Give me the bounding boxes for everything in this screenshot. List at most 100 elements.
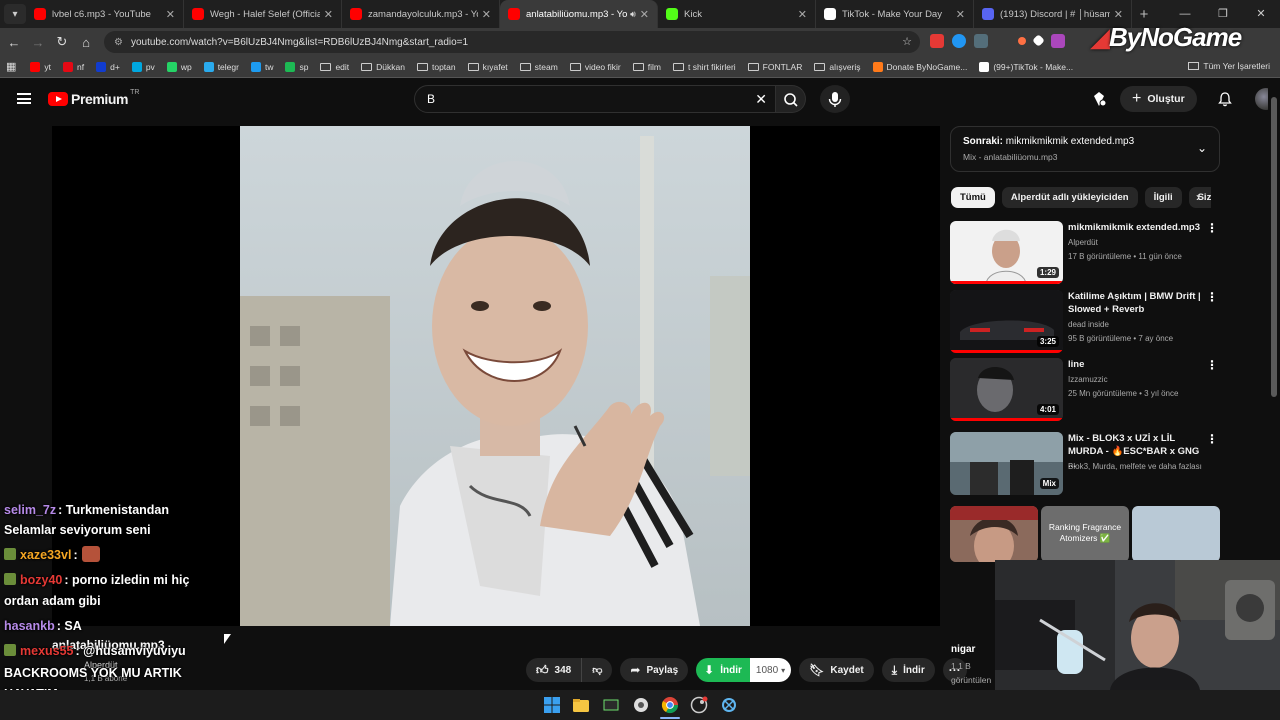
bookmark-item[interactable]: tw xyxy=(250,61,273,72)
bookmark-item[interactable]: FONTLAR xyxy=(747,62,802,72)
clear-search-icon[interactable]: ✕ xyxy=(755,91,767,108)
bookmark-item[interactable]: Dükkan xyxy=(361,62,405,72)
close-tab-icon[interactable]: ✕ xyxy=(956,8,965,21)
like-button[interactable]: 👍︎ 348 xyxy=(526,658,583,682)
search-input[interactable]: B ✕ xyxy=(414,85,776,113)
audio-playing-icon[interactable]: 🔊︎ xyxy=(630,9,636,20)
video-thumbnail[interactable]: 4:01 xyxy=(950,358,1063,421)
recommended-video[interactable]: 3:25 Katilime Aşıktım | BMW Drift | Slowe… xyxy=(950,290,1220,354)
extension-icon[interactable] xyxy=(1018,37,1026,45)
file-explorer-icon[interactable] xyxy=(572,696,590,714)
recommended-video[interactable]: 4:01 line Izzamuzzic 25 Mn görüntüleme • 3 … xyxy=(950,358,1220,422)
close-tab-icon[interactable]: ✕ xyxy=(166,8,175,21)
recommended-title[interactable]: nigar xyxy=(951,644,975,655)
chevron-down-icon[interactable]: ⌄ xyxy=(1197,141,1207,155)
browser-tab[interactable]: TikTok - Make Your Day ✕ xyxy=(816,0,974,28)
create-button[interactable]: + Oluştur xyxy=(1120,86,1197,112)
bookmark-item[interactable]: yt xyxy=(30,61,51,72)
close-tab-icon[interactable]: ✕ xyxy=(798,8,807,21)
short-thumbnail[interactable] xyxy=(1132,506,1220,562)
dislike-button[interactable]: 👎︎ xyxy=(582,658,612,682)
tab-search-button[interactable]: ▾ xyxy=(4,4,26,24)
video-thumbnail[interactable]: 3:25 xyxy=(950,290,1063,353)
up-next-panel[interactable]: Sonraki: mikmikmikmik extended.mp3 Mix -… xyxy=(950,126,1220,172)
all-bookmarks[interactable]: Tüm Yer İşaretleri xyxy=(1188,61,1270,71)
bookmark-item[interactable]: alışveriş xyxy=(814,62,861,72)
scrollbar-thumb[interactable] xyxy=(1271,97,1277,397)
address-bar[interactable]: ⚙ youtube.com/watch?v=B6lUzBJ4Nmg&list=R… xyxy=(104,31,920,53)
site-info-icon[interactable]: ⚙ xyxy=(114,37,123,48)
quality-select[interactable]: 1080 ▾ xyxy=(749,658,792,682)
chevron-right-icon[interactable]: › xyxy=(1196,190,1200,204)
more-options-icon[interactable]: ⋮ xyxy=(1206,290,1218,304)
bookmark-item[interactable]: toptan xyxy=(416,62,456,72)
chrome-icon[interactable] xyxy=(661,696,679,714)
media-app-icon[interactable] xyxy=(632,696,650,714)
menu-icon[interactable] xyxy=(17,93,31,104)
search-button[interactable] xyxy=(776,85,806,113)
forward-button[interactable]: → xyxy=(26,35,50,50)
steam-icon[interactable] xyxy=(690,696,708,714)
voice-search-button[interactable] xyxy=(820,85,850,113)
short-thumbnail[interactable]: Ranking Fragrance Atomizers ✅ xyxy=(1041,506,1129,562)
battlenet-icon[interactable] xyxy=(720,696,738,714)
more-options-icon[interactable]: ⋮ xyxy=(1206,358,1218,372)
share-button[interactable]: ➦ Paylaş xyxy=(620,658,689,682)
browser-tab[interactable]: Kick ✕ xyxy=(658,0,816,28)
bookmark-item[interactable]: wp xyxy=(166,61,192,72)
bookmark-item[interactable]: telegr xyxy=(203,61,239,72)
video-player[interactable] xyxy=(52,126,940,626)
channel-name[interactable]: Izzamuzzic xyxy=(1068,375,1108,384)
bookmark-item[interactable]: Donate ByNoGame... xyxy=(872,61,967,72)
bookmark-star-icon[interactable]: ☆ xyxy=(902,35,912,48)
bookmark-item[interactable]: d+ xyxy=(96,61,120,72)
browser-tab[interactable]: lvbel c6.mp3 - YouTube ✕ xyxy=(26,0,184,28)
youtube-premium-logo[interactable]: Premium TR xyxy=(48,89,139,107)
close-tab-icon[interactable]: ✕ xyxy=(1114,8,1123,21)
save-button[interactable]: 🔖︎ Kaydet xyxy=(799,658,874,682)
extension-icon[interactable] xyxy=(1051,34,1065,48)
close-tab-icon[interactable]: ✕ xyxy=(324,8,333,21)
notifications-bell-icon[interactable] xyxy=(1217,91,1233,107)
reload-button[interactable]: ↻ xyxy=(50,34,74,50)
bookmark-item[interactable]: sp xyxy=(285,61,308,72)
bookmark-item[interactable]: t shirt fikirleri xyxy=(672,62,736,72)
apps-grid-icon[interactable]: ▦ xyxy=(6,60,16,73)
close-window-button[interactable]: ✕ xyxy=(1242,0,1280,28)
filter-chip[interactable]: Tümü xyxy=(951,187,995,208)
recommended-video[interactable]: Mix Mix - BLOK3 x UZİ x LİL MURDA - 🔥ESC*… xyxy=(950,432,1220,496)
video-thumbnail[interactable]: Mix xyxy=(950,432,1063,495)
bookmark-item[interactable]: video fikir xyxy=(569,62,621,72)
extension-icon[interactable] xyxy=(1032,34,1045,47)
new-tab-button[interactable]: + xyxy=(1132,6,1156,23)
more-options-icon[interactable]: ⋮ xyxy=(1206,432,1218,446)
close-tab-icon[interactable]: ✕ xyxy=(640,8,649,21)
browser-tab[interactable]: anlatabiliüomu.mp3 - YouTu🔊︎ ✕ xyxy=(500,0,658,28)
channel-name[interactable]: Blok3, Murda, melfete ve daha fazlası xyxy=(1068,462,1202,471)
extension-icon[interactable] xyxy=(930,34,944,48)
browser-tab[interactable]: zamandayolculuk.mp3 - YouTu ✕ xyxy=(342,0,500,28)
filter-chip[interactable]: İlgili xyxy=(1144,187,1182,208)
recommended-title[interactable]: mikmikmikmik extended.mp3 xyxy=(1068,221,1206,234)
bookmark-item[interactable]: steam xyxy=(519,62,558,72)
channel-name[interactable]: Alperdüt xyxy=(1068,238,1098,247)
close-tab-icon[interactable]: ✕ xyxy=(482,8,491,21)
obs-app-icon[interactable] xyxy=(602,696,620,714)
bookmark-item[interactable]: kıyafet xyxy=(467,62,508,72)
bookmark-item[interactable]: edit xyxy=(320,62,349,72)
gem-icon[interactable] xyxy=(1090,90,1108,108)
filter-chip[interactable]: Alperdüt adlı yükleyiciden xyxy=(1001,187,1138,208)
recommended-title[interactable]: line xyxy=(1068,358,1206,371)
back-button[interactable]: ← xyxy=(2,35,26,50)
channel-name[interactable]: dead inside xyxy=(1068,320,1109,329)
download-button[interactable]: ⤓ İndir xyxy=(881,658,935,682)
bookmark-item[interactable]: (99+)TikTok - Make... xyxy=(979,61,1073,72)
short-thumbnail[interactable] xyxy=(950,506,1038,562)
recommended-title[interactable]: Katilime Aşıktım | BMW Drift | Slowed + … xyxy=(1068,290,1206,316)
video-thumbnail[interactable]: 1:29 xyxy=(950,221,1063,284)
windows-start-icon[interactable] xyxy=(543,696,561,714)
bookmark-item[interactable]: nf xyxy=(63,61,84,72)
more-options-icon[interactable]: ⋮ xyxy=(1206,221,1218,235)
bookmark-item[interactable]: pv xyxy=(131,61,155,72)
browser-tab[interactable]: Wegh - Halef Selef (Official Mu ✕ xyxy=(184,0,342,28)
